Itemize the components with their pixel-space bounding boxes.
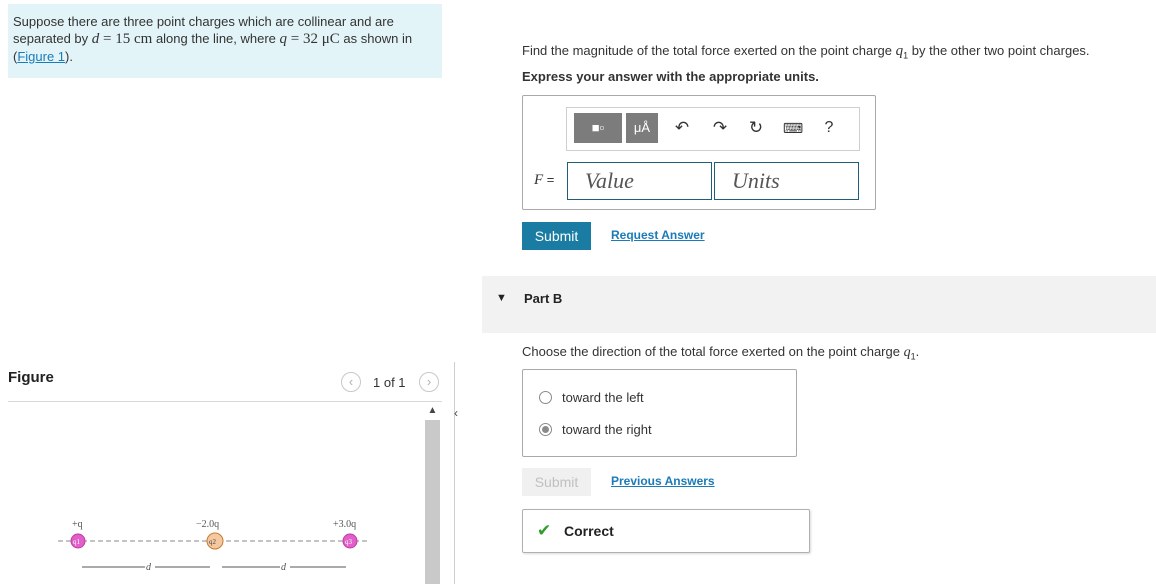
chevron-left-icon: ‹ [348,374,354,389]
charge-q1-value: +q [72,519,83,530]
choice-label-left[interactable]: toward the left [562,390,644,405]
keyboard-button[interactable]: ⌨ [782,116,804,140]
reset-icon: ↻ [748,118,764,137]
charge-q2-label: q2 [209,538,217,546]
request-answer-link[interactable]: Request Answer [611,228,705,242]
unit-microcoulomb: μC [321,31,340,47]
undo-button[interactable]: ↶ [671,116,693,140]
reset-button[interactable]: ↻ [745,116,767,140]
figure-next-button[interactable]: › [419,372,439,392]
part-b-header[interactable] [482,276,1156,333]
charge-diagram: +q −2.0q +3.0q q1 q2 q3 d d [58,519,370,573]
keyboard-icon: ⌨ [782,120,804,136]
figure-separator [8,401,442,402]
part-b-prompt: Choose the direction of the total force … [522,344,920,362]
redo-icon: ↷ [712,118,728,137]
panel-divider [454,362,455,584]
charge-q3-label: q3 [345,538,353,546]
distance-label-1: d [146,562,152,573]
previous-answers-link[interactable]: Previous Answers [611,474,715,488]
value-input[interactable]: Value [567,162,712,200]
template-icon: ■▫ [591,120,605,135]
units-input[interactable]: Units [714,162,859,200]
checkmark-icon: ✔ [537,521,552,540]
part-a-instructions: Express your answer with the appropriate… [522,69,819,84]
collapse-panel-icon[interactable]: ‹ [454,406,464,420]
figure-link[interactable]: Figure 1 [17,49,65,64]
charge-q2-value: −2.0q [196,519,219,530]
redo-button[interactable]: ↷ [709,116,731,140]
figure-scroll-up-button[interactable]: ▲ [425,403,440,418]
figure-prev-button[interactable]: ‹ [341,372,361,392]
choices-box [522,369,797,457]
part-a-submit-button[interactable]: Submit [522,222,591,250]
figure-title: Figure [8,369,54,386]
distance-label-2: d [281,562,287,573]
choice-label-right[interactable]: toward the right [562,422,652,437]
caret-down-icon: ▼ [496,292,507,304]
part-a-prompt: Find the magnitude of the total force ex… [522,43,1090,61]
chevron-right-icon: › [426,374,432,389]
radio-toward-right[interactable] [539,423,552,436]
unit-cm: cm [134,31,153,47]
var-q: q [279,31,288,47]
charge-q1-label: q1 [73,538,81,546]
undo-icon: ↶ [674,118,690,137]
figure-scrollbar-thumb[interactable] [425,420,440,584]
units-button[interactable]: μÅ [626,113,658,143]
problem-text: Suppose there are three point charges wh… [13,14,413,64]
template-button[interactable]: ■▫ [574,113,622,143]
figure-pager: 1 of 1 [373,375,406,390]
feedback-text: Correct [564,523,614,539]
help-button[interactable]: ? [818,116,840,140]
part-b-submit-button: Submit [522,468,591,496]
force-variable-label: F = [534,172,555,188]
part-b-title: Part B [524,291,563,306]
charge-q3-value: +3.0q [333,519,356,530]
radio-toward-left[interactable] [539,391,552,404]
